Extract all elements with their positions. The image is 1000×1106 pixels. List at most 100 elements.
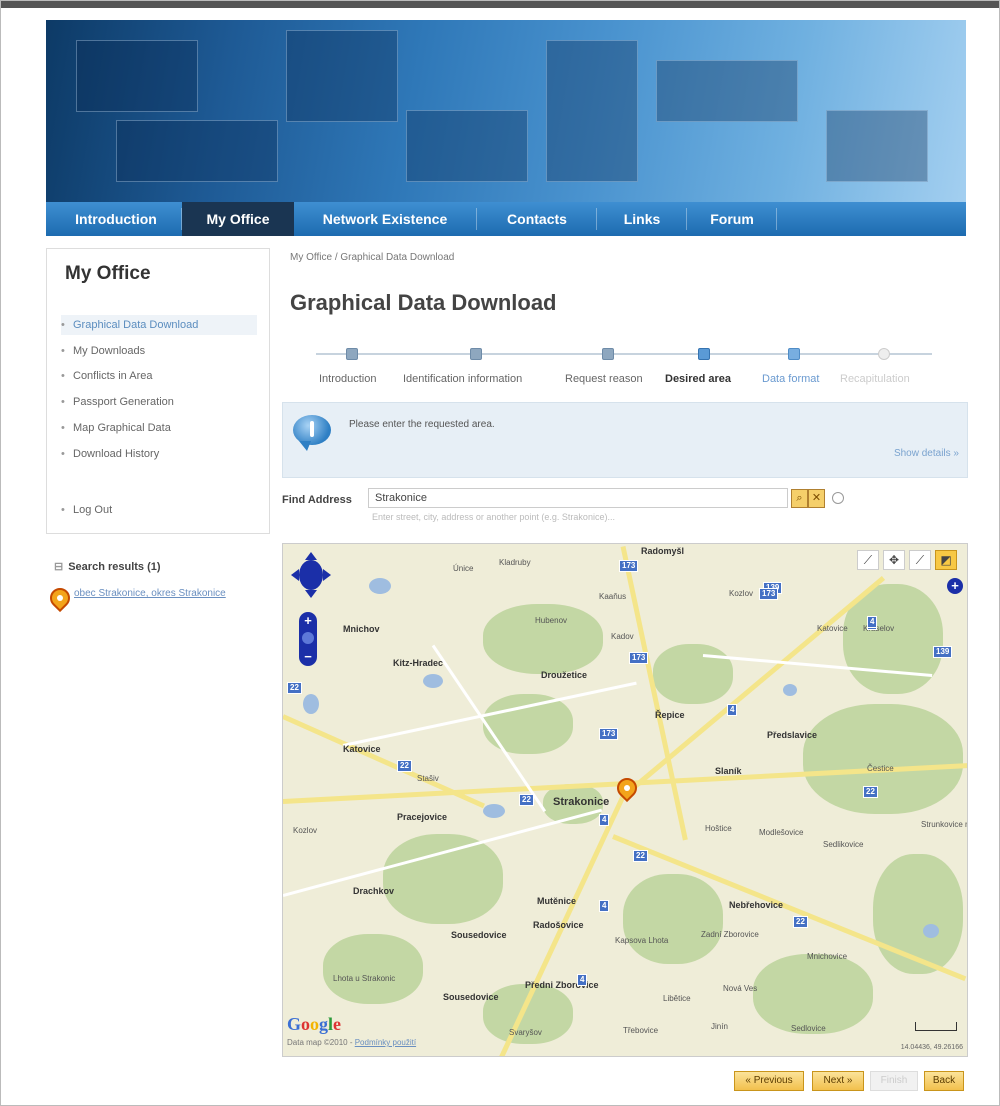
road-shield: 173 — [759, 588, 779, 600]
wizard-line — [316, 353, 932, 355]
sidebar-item-map-graphical-data[interactable]: • Map Graphical Data — [61, 418, 257, 438]
step-dot — [788, 348, 800, 360]
sidebar-item-my-downloads[interactable]: • My Downloads — [61, 341, 257, 361]
map-label: Lhota u Strakonic — [333, 974, 396, 983]
map-label: Radomyšl — [641, 546, 685, 556]
collapse-icon[interactable]: ⊟ — [54, 561, 63, 573]
search-result-link[interactable]: obec Strakonice, okres Strakonice — [74, 588, 226, 599]
map-label: Hoštice — [705, 824, 732, 833]
pan-left-icon[interactable] — [291, 569, 299, 581]
map-label: Katovice — [817, 624, 848, 633]
magnifier-icon[interactable]: ⌕ — [791, 489, 808, 508]
map-label: Slaník — [715, 766, 742, 776]
info-box: Please enter the requested area. Show de… — [282, 402, 968, 478]
nav-separator — [596, 208, 597, 230]
map-label: Kladruby — [499, 558, 531, 567]
pan-up-icon[interactable] — [305, 552, 317, 560]
locate-radio[interactable] — [832, 492, 844, 504]
map-label: Modlešovice — [759, 828, 804, 837]
nav-tab-contacts[interactable]: Contacts — [482, 202, 592, 236]
road-shield: 22 — [287, 682, 302, 694]
nav-tab-links[interactable]: Links — [602, 202, 682, 236]
select-area-icon[interactable]: ◩ — [935, 550, 957, 570]
map-label: Sousedovice — [451, 930, 507, 940]
step-dot — [346, 348, 358, 360]
nav-tab-my-office[interactable]: My Office — [182, 202, 294, 236]
nav-tab-network-existence[interactable]: Network Existence — [300, 202, 470, 236]
map-copyright: Data map ©2010 - Podmínky použití — [287, 1038, 417, 1047]
step-request-reason[interactable]: Request reason — [565, 373, 643, 385]
previous-button[interactable]: « Previous — [734, 1071, 804, 1091]
map-label: Katovice — [343, 744, 381, 754]
zoom-slider[interactable] — [302, 632, 314, 644]
map-label: Sedlovice — [791, 1024, 826, 1033]
map-label: Hubenov — [535, 616, 568, 625]
map-label: Mnichov — [343, 624, 380, 634]
map-label: Kozlov — [729, 589, 754, 598]
nav-separator — [776, 208, 777, 230]
map-label: Strunkovice nad Volyňkou — [921, 820, 967, 829]
pan-down-icon[interactable] — [305, 590, 317, 598]
zoom-out-icon[interactable]: − — [301, 650, 315, 664]
next-button[interactable]: Next » — [812, 1071, 864, 1091]
map-label: Strakonice — [553, 796, 610, 808]
nav-tab-forum[interactable]: Forum — [692, 202, 772, 236]
map-label: Kaaňus — [599, 592, 627, 601]
pan-control — [291, 552, 331, 598]
step-identification-information[interactable]: Identification information — [403, 373, 522, 385]
show-details-link[interactable]: Show details » — [894, 448, 959, 459]
map-label: Kozlov — [293, 826, 318, 835]
map-label: Kapsova Lhota — [615, 936, 669, 945]
move-icon[interactable]: ✥ — [883, 550, 905, 570]
main-nav: Introduction My Office Network Existence… — [46, 202, 966, 236]
step-dot-current — [698, 348, 710, 360]
map-label: Čestice — [867, 764, 894, 773]
map-marker-icon[interactable] — [612, 773, 642, 803]
map-label: Libětice — [663, 994, 691, 1003]
step-introduction[interactable]: Introduction — [319, 373, 376, 385]
road-shield: 173 — [599, 728, 619, 740]
map-label: Řepice — [655, 710, 685, 720]
back-button[interactable]: Back — [924, 1071, 964, 1091]
road-shield: 139 — [933, 646, 953, 658]
map-label: Zadní Zborovice — [701, 930, 759, 939]
terms-link[interactable]: Podmínky použití — [355, 1038, 416, 1047]
map[interactable]: Radomyšl Únice Kladruby Kaaňus Mnichov H… — [282, 543, 968, 1057]
info-icon — [293, 415, 331, 451]
search-results-heading[interactable]: ⊟ Search results (1) — [54, 560, 161, 573]
map-label: Jinín — [711, 1022, 728, 1031]
sidebar-item-conflicts-in-area[interactable]: • Conflicts in Area — [61, 366, 257, 386]
sidebar-item-log-out[interactable]: • Log Out — [61, 500, 257, 520]
draw-line-icon[interactable]: ⟋ — [909, 550, 931, 570]
wizard-steps: Introduction Identification information … — [308, 345, 940, 395]
road-shield: 4 — [867, 616, 878, 628]
map-label: Pracejovice — [397, 812, 448, 822]
page-title: Graphical Data Download — [290, 290, 557, 315]
map-label: Nebřehovice — [729, 900, 784, 910]
road-shield: 22 — [863, 786, 878, 798]
sidebar-item-graphical-data-download[interactable]: • Graphical Data Download — [61, 315, 257, 335]
step-desired-area[interactable]: Desired area — [665, 373, 731, 385]
road-shield: 4 — [727, 704, 738, 716]
map-label: Svaryšov — [509, 1028, 542, 1037]
close-icon[interactable]: ✕ — [808, 489, 825, 508]
map-label: Droužetice — [541, 670, 588, 680]
sidebar-title: My Office — [65, 263, 151, 284]
nav-tab-introduction[interactable]: Introduction — [56, 202, 176, 236]
zoom-in-icon[interactable]: + — [301, 614, 315, 628]
map-label: Třebovice — [623, 1026, 659, 1035]
measure-line-icon[interactable]: ⟋ — [857, 550, 879, 570]
sidebar: My Office • Graphical Data Download • My D… — [46, 248, 270, 534]
expand-icon[interactable]: + — [947, 578, 963, 594]
find-address-input[interactable] — [368, 488, 788, 508]
nav-separator — [476, 208, 477, 230]
nav-separator — [686, 208, 687, 230]
map-label: Drachkov — [353, 886, 395, 896]
sidebar-item-passport-generation[interactable]: • Passport Generation — [61, 392, 257, 412]
map-label: Kitz-Hradec — [393, 658, 444, 668]
step-dot — [878, 348, 890, 360]
sidebar-item-download-history[interactable]: • Download History — [61, 444, 257, 464]
pan-right-icon[interactable] — [323, 569, 331, 581]
step-dot — [470, 348, 482, 360]
step-data-format[interactable]: Data format — [762, 373, 819, 385]
